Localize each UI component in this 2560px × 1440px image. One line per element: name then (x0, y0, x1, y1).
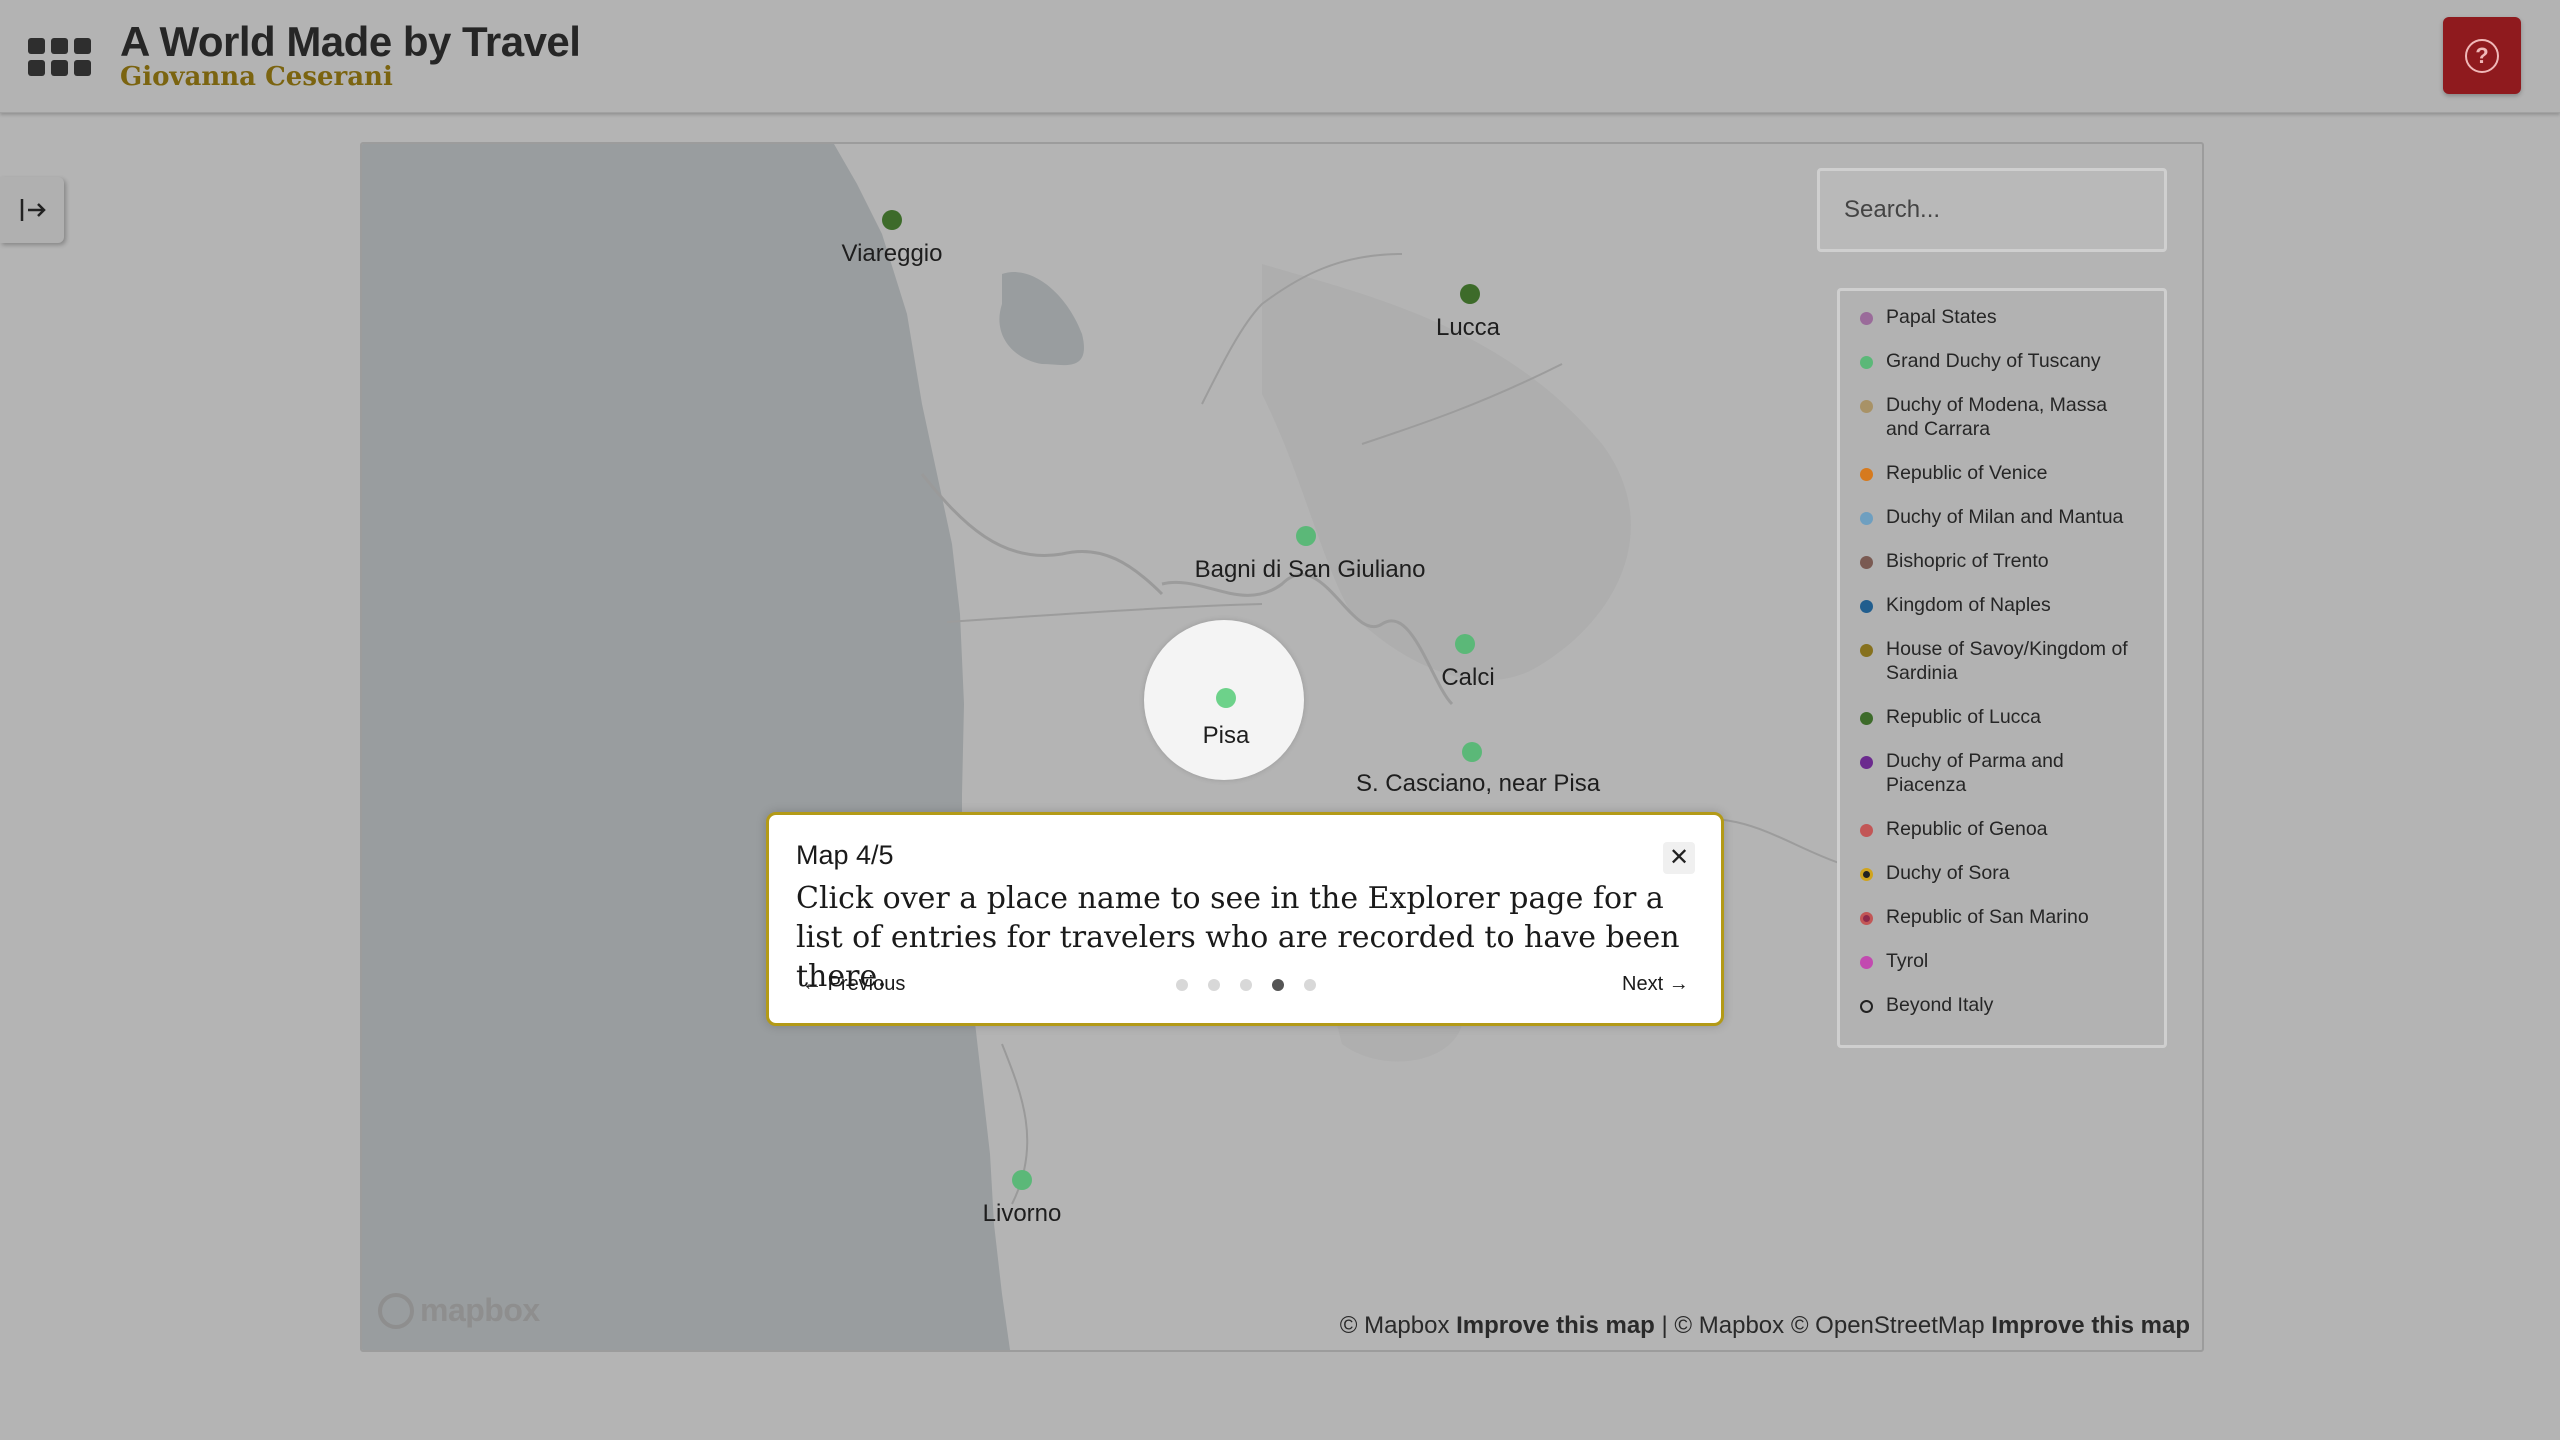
legend-item: Duchy of Milan and Mantua (1860, 505, 2144, 529)
previous-button[interactable]: ← Previous (802, 973, 905, 996)
legend-swatch (1860, 756, 1873, 769)
place-marker-lucca[interactable] (1460, 284, 1480, 304)
legend-swatch (1860, 312, 1873, 325)
legend-item: Republic of Genoa (1860, 817, 2144, 841)
map-legend: Papal States Grand Duchy of Tuscany Duch… (1837, 288, 2167, 1048)
place-label-bagni-di-san-giuliano[interactable]: Bagni di San Giuliano (1195, 556, 1426, 584)
place-marker-calci[interactable] (1455, 634, 1475, 654)
legend-swatch (1860, 512, 1873, 525)
legend-swatch (1860, 400, 1873, 413)
place-label-calci[interactable]: Calci (1441, 664, 1494, 692)
legend-swatch (1860, 644, 1873, 657)
legend-label: House of Savoy/Kingdom of Sardinia (1886, 638, 2128, 684)
place-label-livorno[interactable]: Livorno (983, 1200, 1062, 1228)
place-label-viareggio[interactable]: Viareggio (842, 240, 943, 268)
map-search-input[interactable] (1817, 168, 2167, 252)
previous-label: Previous (827, 973, 906, 995)
close-button[interactable]: ✕ (1663, 842, 1695, 874)
legend-label: Duchy of Modena, Massa and Carrara (1886, 394, 2108, 440)
place-label-s-casciano[interactable]: S. Casciano, near Pisa (1356, 770, 1600, 798)
place-marker-pisa[interactable] (1216, 688, 1236, 708)
legend-swatch (1860, 956, 1873, 969)
legend-item: Papal States (1860, 305, 2144, 329)
apps-grid-icon[interactable] (28, 38, 92, 78)
legend-label: Republic of Venice (1886, 462, 2048, 484)
attribution-mapbox-link[interactable]: © Mapbox (1340, 1312, 1450, 1339)
place-label-pisa[interactable]: Pisa (1203, 722, 1250, 750)
legend-swatch (1860, 356, 1873, 369)
legend-label: Bishopric of Trento (1886, 550, 2049, 572)
legend-label: Republic of Lucca (1886, 706, 2042, 728)
legend-label: Duchy of Parma and Piacenza (1886, 750, 2064, 796)
next-label: Next (1622, 973, 1664, 995)
next-button[interactable]: Next → (1622, 973, 1689, 996)
tour-dot[interactable] (1240, 979, 1252, 991)
legend-label: Kingdom of Naples (1886, 594, 2051, 616)
legend-label: Duchy of Milan and Mantua (1886, 506, 2124, 528)
expand-sidebar-icon (20, 199, 46, 221)
legend-swatch (1860, 912, 1873, 925)
legend-item: Republic of San Marino (1860, 905, 2144, 929)
app-title[interactable]: A World Made by Travel (120, 18, 581, 66)
legend-swatch (1860, 556, 1873, 569)
legend-swatch (1860, 712, 1873, 725)
tour-dot[interactable] (1304, 979, 1316, 991)
legend-label: Beyond Italy (1886, 994, 1994, 1016)
improve-map-link[interactable]: Improve this map (1456, 1312, 1655, 1339)
app-header: A World Made by Travel Giovanna Ceserani… (0, 0, 2560, 113)
question-circle-icon: ? (2465, 38, 2499, 73)
legend-swatch (1860, 600, 1873, 613)
legend-label: Tyrol (1886, 950, 1929, 972)
tour-step-title: Map 4/5 (796, 840, 894, 870)
place-marker-s-casciano[interactable] (1462, 742, 1482, 762)
place-label-lucca[interactable]: Lucca (1436, 314, 1500, 342)
attribution-osm-link[interactable]: © OpenStreetMap (1791, 1312, 1985, 1339)
legend-swatch (1860, 868, 1873, 881)
legend-swatch (1860, 824, 1873, 837)
legend-item: Duchy of Modena, Massa and Carrara (1860, 393, 2144, 441)
legend-item: House of Savoy/Kingdom of Sardinia (1860, 637, 2144, 685)
legend-swatch (1860, 468, 1873, 481)
sidebar-toggle-button[interactable] (0, 177, 64, 243)
arrow-left-icon: ← (802, 973, 822, 995)
place-marker-livorno[interactable] (1012, 1170, 1032, 1190)
legend-item: Kingdom of Naples (1860, 593, 2144, 617)
legend-swatch (1860, 1000, 1873, 1013)
attribution-mapbox-link[interactable]: © Mapbox (1674, 1312, 1784, 1339)
place-marker-viareggio[interactable] (882, 210, 902, 230)
legend-item: Republic of Venice (1860, 461, 2144, 485)
app-author: Giovanna Ceserani (120, 62, 393, 92)
improve-map-link[interactable]: Improve this map (1991, 1312, 2190, 1339)
legend-item: Bishopric of Trento (1860, 549, 2144, 573)
legend-item: Duchy of Parma and Piacenza (1860, 749, 2144, 797)
map-attribution: © Mapbox Improve this map | © Mapbox © O… (1340, 1312, 2190, 1340)
tour-dot[interactable] (1176, 979, 1188, 991)
arrow-right-icon: → (1668, 973, 1689, 995)
tour-dot-active[interactable] (1272, 979, 1284, 991)
legend-label: Republic of San Marino (1886, 906, 2089, 928)
map-canvas[interactable]: Viareggio Lucca Bagni di San Giuliano Ca… (360, 142, 2204, 1352)
legend-label: Papal States (1886, 306, 1997, 328)
tour-dot[interactable] (1208, 979, 1220, 991)
help-button[interactable]: ? (2443, 17, 2521, 94)
legend-label: Grand Duchy of Tuscany (1886, 350, 2101, 372)
legend-label: Duchy of Sora (1886, 862, 2010, 884)
legend-item: Republic of Lucca (1860, 705, 2144, 729)
mapbox-logo-icon (378, 1292, 414, 1329)
legend-label: Republic of Genoa (1886, 818, 2048, 840)
legend-item: Beyond Italy (1860, 993, 2144, 1017)
legend-item: Tyrol (1860, 949, 2144, 973)
mapbox-logo-text: mapbox (420, 1292, 540, 1328)
legend-item: Grand Duchy of Tuscany (1860, 349, 2144, 373)
mapbox-logo[interactable]: mapbox (378, 1292, 540, 1329)
place-marker-bagni-di-san-giuliano[interactable] (1296, 526, 1316, 546)
attribution-separator: | (1661, 1312, 1668, 1339)
tour-popup: Map 4/5 ✕ Click over a place name to see… (766, 812, 1724, 1026)
legend-item: Duchy of Sora (1860, 861, 2144, 885)
close-icon: ✕ (1668, 844, 1690, 871)
